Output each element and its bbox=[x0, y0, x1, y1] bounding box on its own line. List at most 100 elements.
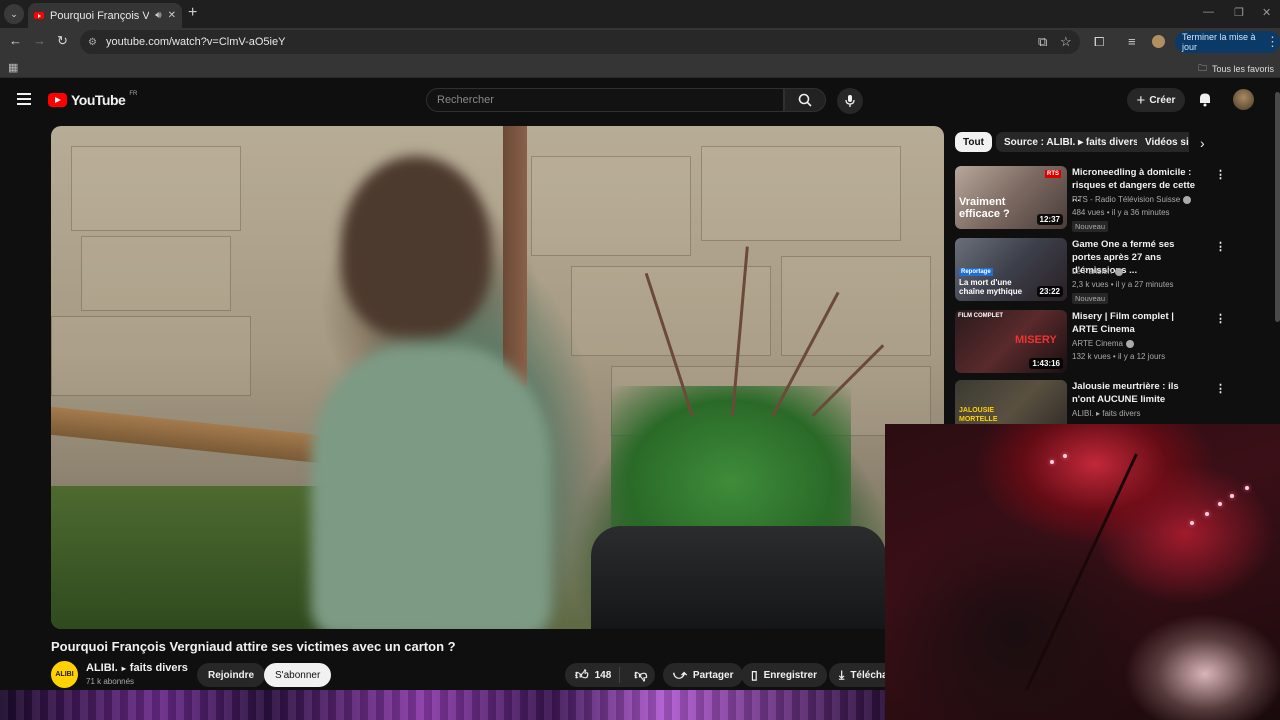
chevron-right-icon[interactable]: › bbox=[1200, 135, 1205, 151]
video-thumbnail[interactable]: FILM COMPLET MISERY 1:43:16 bbox=[955, 310, 1067, 373]
verified-icon bbox=[1125, 339, 1134, 348]
share-button[interactable]: ⤻ Partager bbox=[663, 663, 744, 687]
tab-strip: ⌄ Pourquoi François Vergniaud 🔊︎ ✕ + — ❐… bbox=[0, 0, 1280, 28]
all-bookmarks-button[interactable]: 🗀 Tous les favoris bbox=[1198, 61, 1274, 77]
tab-search-button[interactable]: ⌄ bbox=[4, 4, 24, 24]
recommendation-title: Misery | Film complet | ARTE Cinema bbox=[1072, 311, 1174, 335]
search-button[interactable] bbox=[784, 88, 826, 112]
all-bookmarks-label: Tous les favoris bbox=[1211, 64, 1274, 74]
microphone-icon bbox=[845, 95, 855, 107]
bookmark-icon: ▯ bbox=[751, 668, 758, 682]
youtube-logo[interactable]: YouTube FR bbox=[48, 91, 137, 108]
video-duration: 1:43:16 bbox=[1029, 358, 1063, 369]
verified-icon bbox=[1115, 267, 1124, 276]
recommendation-channel: ARTE Cinema bbox=[1072, 339, 1134, 348]
more-options-icon[interactable]: ⋮ bbox=[1215, 312, 1226, 325]
scrollbar[interactable] bbox=[1275, 92, 1280, 322]
window-close-icon[interactable]: ✕ bbox=[1262, 6, 1271, 19]
forward-icon[interactable]: → bbox=[33, 33, 46, 48]
hamburger-menu-icon[interactable] bbox=[17, 93, 31, 105]
subscribe-label: S'abonner bbox=[275, 669, 321, 681]
stone-block bbox=[51, 316, 251, 396]
chip-label: Source : ALIBI. ▸ faits divers bbox=[1004, 136, 1139, 148]
thumbnail-tag: Reportage bbox=[959, 268, 993, 276]
recommendation-item[interactable]: FILM COMPLET MISERY 1:43:16 Misery | Fil… bbox=[955, 310, 1267, 376]
folder-icon: 🗀 bbox=[1197, 63, 1207, 73]
thumbs-up-icon: 👍︎ bbox=[575, 667, 589, 682]
maximize-icon[interactable]: ❐ bbox=[1234, 6, 1244, 19]
more-menu-icon[interactable]: ⋮ bbox=[1266, 34, 1279, 50]
reload-icon[interactable]: ↻ bbox=[57, 33, 68, 49]
recommendation-channel: RTS - Radio Télévision Suisse bbox=[1072, 195, 1192, 204]
create-button[interactable]: + Créer bbox=[1127, 88, 1185, 112]
channel-name-text: ALIBI. bbox=[86, 662, 118, 674]
address-bar[interactable]: ⚙ youtube.com/watch?v=ClmV-aO5ieY bbox=[80, 30, 1080, 54]
url-text: youtube.com/watch?v=ClmV-aO5ieY bbox=[106, 36, 286, 48]
recommendation-item[interactable]: RTS Vraiment efficace ? 12:37 Microneedl… bbox=[955, 166, 1267, 232]
minimize-icon[interactable]: — bbox=[1203, 6, 1214, 18]
speaker-icon[interactable]: 🔊︎ bbox=[155, 10, 161, 21]
thumbs-down-icon: 👎︎ bbox=[634, 667, 648, 682]
fairy-light bbox=[1218, 502, 1222, 506]
back-icon[interactable]: ← bbox=[9, 33, 22, 48]
download-icon: ⤓ bbox=[839, 667, 845, 682]
fairy-light bbox=[1205, 512, 1209, 516]
subscribe-button[interactable]: S'abonner bbox=[264, 663, 332, 687]
site-info-icon[interactable]: ⚙ bbox=[88, 37, 100, 48]
recommendation-meta: 484 vues • il y a 36 minutes bbox=[1072, 208, 1170, 217]
video-duration: 23:22 bbox=[1036, 286, 1063, 297]
recommendation-channel-name: ALIBI. ▸ faits divers bbox=[1072, 409, 1141, 418]
recommendation-channel-name: RTS - Radio Télévision Suisse bbox=[1072, 195, 1181, 204]
chip-label: Tout bbox=[963, 136, 984, 148]
chip-all[interactable]: Tout bbox=[955, 132, 992, 152]
new-badge: Nouveau bbox=[1072, 221, 1109, 232]
profile-avatar-icon[interactable] bbox=[1152, 35, 1165, 48]
video-title: Pourquoi François Vergniaud attire ses v… bbox=[51, 639, 456, 654]
download-button[interactable]: ⤓ Téléchar bbox=[829, 663, 885, 687]
like-button[interactable]: 👍︎ 148 bbox=[565, 667, 621, 683]
create-label: Créer bbox=[1149, 94, 1176, 106]
more-options-icon[interactable]: ⋮ bbox=[1215, 240, 1226, 253]
overlay-purple-strip bbox=[0, 690, 885, 720]
account-avatar[interactable] bbox=[1233, 89, 1254, 110]
voice-search-button[interactable] bbox=[837, 88, 863, 114]
install-app-icon[interactable]: ⧉ bbox=[1038, 34, 1047, 50]
update-label: Terminer la mise à jour bbox=[1182, 32, 1256, 52]
extensions-icon[interactable]: ⧠ bbox=[1094, 34, 1104, 50]
video-thumbnail[interactable]: Reportage La mort d'une chaîne mythique … bbox=[955, 238, 1067, 301]
apps-grid-icon[interactable]: ▦ bbox=[8, 61, 18, 74]
recommendation-meta: 2,3 k vues • il y a 27 minutes bbox=[1072, 280, 1174, 289]
close-icon[interactable]: ✕ bbox=[168, 10, 176, 21]
recommendation-title: Jalousie meurtrière : ils n'ont AUCUNE l… bbox=[1072, 381, 1179, 405]
blurred-body bbox=[311, 346, 551, 629]
verified-icon bbox=[1183, 195, 1192, 204]
search-placeholder: Rechercher bbox=[437, 94, 494, 106]
recommendation-item[interactable]: Reportage La mort d'une chaîne mythique … bbox=[955, 238, 1267, 304]
save-label: Enregistrer bbox=[763, 669, 817, 681]
stone-block bbox=[701, 146, 901, 241]
chip-source[interactable]: Source : ALIBI. ▸ faits divers bbox=[996, 132, 1147, 152]
play-small-icon: ▸ bbox=[121, 663, 126, 673]
join-button[interactable]: Rejoindre bbox=[197, 663, 266, 687]
search-input[interactable]: Rechercher bbox=[426, 88, 784, 112]
channel-name[interactable]: ALIBI. ▸ faits divers bbox=[86, 662, 188, 674]
video-player[interactable] bbox=[51, 126, 944, 629]
channel-avatar[interactable]: ALIBI bbox=[51, 661, 78, 688]
recommendation-channel: ALIBI. ▸ faits divers bbox=[1072, 409, 1140, 418]
more-options-icon[interactable]: ⋮ bbox=[1215, 168, 1226, 181]
thumbnail-text: La mort d'une chaîne mythique bbox=[959, 278, 1023, 296]
tab-title: Pourquoi François Vergniaud bbox=[50, 9, 150, 22]
chip-label: Vidéos sim bbox=[1145, 136, 1189, 148]
video-thumbnail[interactable]: RTS Vraiment efficace ? 12:37 bbox=[955, 166, 1067, 229]
chip-similar[interactable]: Vidéos sim bbox=[1137, 132, 1189, 152]
more-options-icon[interactable]: ⋮ bbox=[1215, 382, 1226, 395]
browser-tab[interactable]: Pourquoi François Vergniaud 🔊︎ ✕ bbox=[28, 3, 182, 28]
dislike-button[interactable]: 👎︎ bbox=[626, 667, 657, 683]
update-button[interactable]: Terminer la mise à jour bbox=[1175, 31, 1280, 53]
new-tab-button[interactable]: + bbox=[188, 4, 197, 22]
reading-list-icon[interactable]: ≡ bbox=[1128, 34, 1136, 49]
bookmarks-bar: ▦ 🗀 Tous les favoris bbox=[0, 56, 1280, 78]
notifications-bell-icon[interactable] bbox=[1197, 91, 1213, 107]
bookmark-star-icon[interactable]: ☆ bbox=[1060, 34, 1072, 50]
save-button[interactable]: ▯ Enregistrer bbox=[741, 663, 827, 687]
